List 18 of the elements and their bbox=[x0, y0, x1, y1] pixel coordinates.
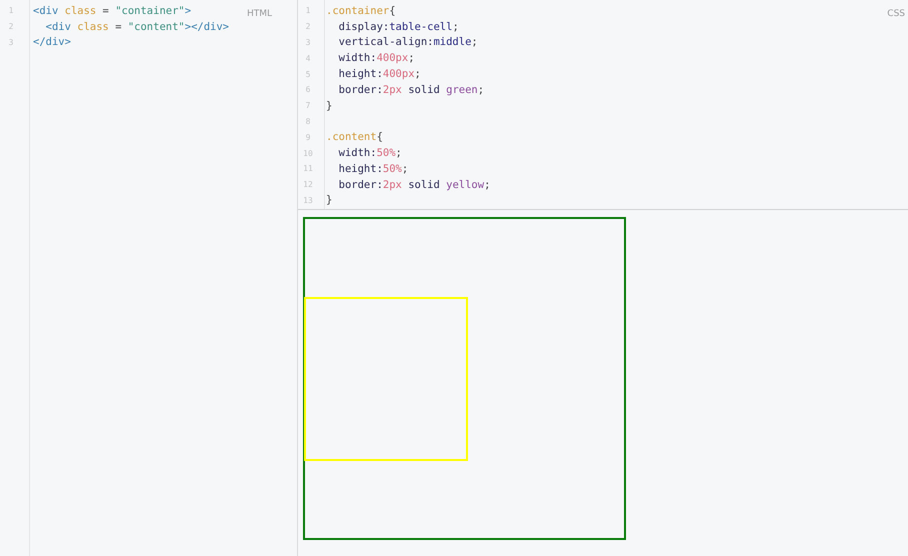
code-line: vertical-align:middle; bbox=[338, 36, 478, 48]
css-editor[interactable] bbox=[298, 0, 908, 210]
code-line: height:50%; bbox=[338, 162, 408, 175]
code-line: height:400px; bbox=[338, 68, 421, 80]
code-line: <div class = "content"></div> bbox=[44, 20, 230, 33]
language-label: CSS bbox=[887, 9, 905, 19]
code-line: display:table-cell; bbox=[338, 20, 459, 33]
code-line: width:50%; bbox=[338, 147, 402, 160]
code-line: .content{ bbox=[326, 131, 383, 144]
code-line: .container{ bbox=[326, 4, 396, 17]
code-line: } bbox=[326, 194, 332, 206]
code-line: } bbox=[326, 100, 332, 112]
code-line: </div> bbox=[33, 36, 71, 48]
code-line: border:2px solid green; bbox=[338, 84, 484, 96]
code-line: <div class = "container"> bbox=[33, 4, 192, 17]
code-line: width:400px; bbox=[338, 52, 415, 64]
code-line: border:2px solid yellow; bbox=[338, 178, 490, 191]
language-label: HTML bbox=[246, 9, 272, 19]
